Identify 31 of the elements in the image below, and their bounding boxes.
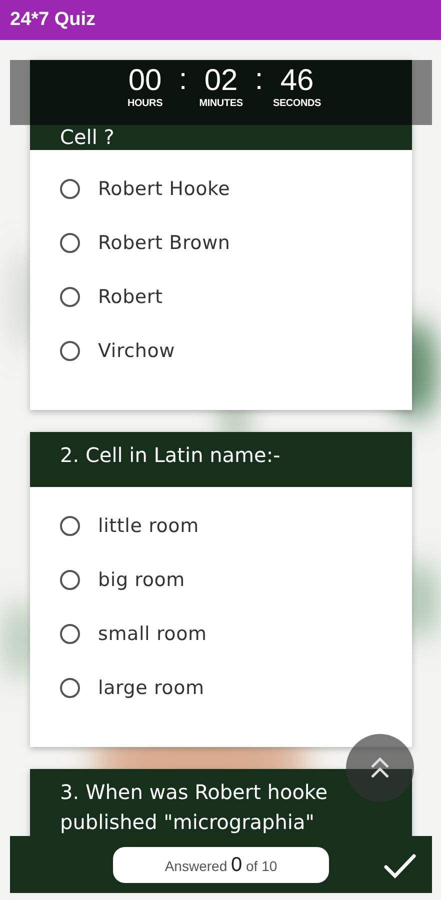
question-text: 2. Cell in Latin name:-: [60, 443, 280, 467]
timer-value: 46: [280, 64, 314, 98]
radio-button[interactable]: [60, 287, 80, 307]
timer-separator: :: [178, 64, 188, 96]
check-icon[interactable]: [383, 852, 417, 880]
option-label[interactable]: Robert Brown: [98, 232, 230, 254]
radio-button[interactable]: [60, 233, 80, 253]
timer-separator: :: [254, 64, 264, 96]
radio-button[interactable]: [60, 570, 80, 590]
answered-counter: Answered 0 of 10: [113, 847, 329, 883]
radio-button[interactable]: [60, 179, 80, 199]
timer-unit-label: SECONDS: [272, 98, 322, 109]
timer-unit-label: HOURS: [127, 98, 163, 109]
radio-button[interactable]: [60, 516, 80, 536]
app-title: 24*7 Quiz: [9, 8, 97, 32]
option-label[interactable]: big room: [98, 569, 185, 591]
timer-value: 02: [204, 64, 238, 98]
option-label[interactable]: Robert Hooke: [98, 178, 230, 200]
option-label[interactable]: Virchow: [98, 340, 176, 362]
timer-value: 00: [128, 64, 162, 98]
option-label[interactable]: small room: [98, 623, 207, 645]
double-chevron-up-icon: [369, 756, 391, 780]
question-text: 3. When was Robert hooke published "micrographia": [60, 780, 328, 834]
option-label[interactable]: large room: [98, 677, 204, 699]
radio-button[interactable]: [60, 678, 80, 698]
option-label[interactable]: Robert: [98, 286, 163, 308]
radio-button[interactable]: [60, 341, 80, 361]
radio-button[interactable]: [60, 624, 80, 644]
timer-unit-label: MINUTES: [199, 98, 243, 109]
question-text: Cell ?: [60, 125, 114, 149]
option-label[interactable]: little room: [98, 515, 199, 537]
